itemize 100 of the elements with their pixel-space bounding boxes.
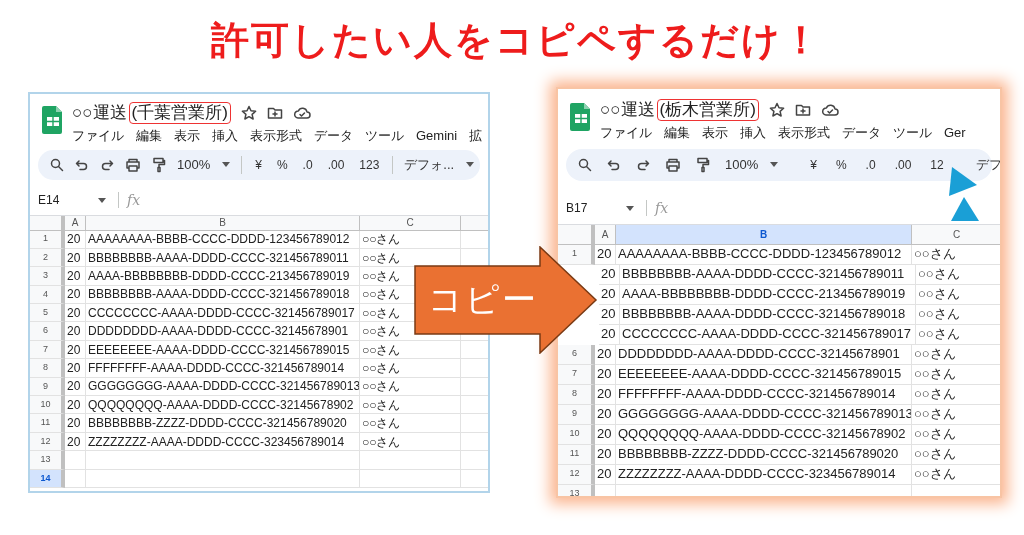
column-header[interactable]: B [86, 215, 360, 230]
cloud-icon[interactable] [820, 102, 839, 118]
row-header[interactable]: 9 [558, 404, 595, 425]
table-cell-text: 20 [67, 249, 81, 267]
folder-icon[interactable] [266, 105, 283, 121]
row-header[interactable]: 1 [558, 244, 595, 265]
menu-item[interactable]: 拡 [469, 126, 483, 146]
format-button[interactable]: .0 [863, 155, 878, 174]
font-dropdown[interactable]: デフ [975, 154, 1000, 175]
menu-item[interactable]: データ [842, 123, 881, 143]
table-cell-text: 20 [67, 415, 81, 432]
table-cell-text: BBBBBBBB-ZZZZ-DDDD-CCCC-321456789020 [88, 415, 347, 432]
column-header[interactable]: A [65, 215, 86, 230]
undo-icon[interactable] [75, 157, 89, 172]
menu-item[interactable]: 挿入 [740, 123, 766, 143]
table-cell-text: ○○さん [914, 245, 956, 264]
caret-icon[interactable] [770, 162, 779, 167]
cloud-icon[interactable] [292, 105, 311, 121]
format-button[interactable]: 123 [357, 155, 382, 174]
menu-item[interactable]: 編集 [664, 123, 690, 143]
redo-icon[interactable] [100, 157, 114, 172]
menu-item[interactable]: 挿入 [212, 126, 238, 146]
redo-icon[interactable] [636, 157, 650, 172]
row-header[interactable]: 11 [30, 414, 65, 433]
print-icon[interactable] [125, 157, 141, 172]
table-cell-text: 20 [67, 433, 81, 451]
table-cell-text: BBBBBBBB-AAAA-DDDD-CCCC-321456789011 [622, 265, 905, 284]
paint-format-icon[interactable] [152, 156, 166, 173]
font-dropdown[interactable]: デフォ... [404, 154, 475, 175]
column-header[interactable]: C [360, 215, 461, 230]
menu-item[interactable]: ファイル [72, 126, 124, 146]
menu-item[interactable]: ツール [893, 123, 932, 143]
formula-label: fx [127, 190, 141, 210]
format-button[interactable]: ¥ [808, 155, 819, 174]
format-button[interactable]: .00 [892, 155, 914, 174]
table-cell-text: ○○さん [918, 265, 960, 284]
format-button[interactable]: % [274, 155, 290, 174]
zoom-dropdown[interactable]: 100% [725, 154, 779, 175]
row-header[interactable]: 8 [558, 384, 595, 405]
table-cell: ○○さん [362, 359, 401, 377]
caret-icon[interactable] [626, 205, 634, 211]
menu-item[interactable]: ファイル [600, 123, 652, 143]
table-cell-text: 20 [597, 385, 612, 404]
table-cell-text: ○○さん [914, 445, 956, 464]
row-header[interactable]: 6 [558, 344, 595, 365]
row-header[interactable]: 13 [30, 451, 65, 470]
format-button[interactable]: 12 [928, 155, 946, 174]
arrow-label: コピー [428, 279, 538, 320]
name-box[interactable]: E14 [30, 191, 110, 209]
table-cell-text: ○○さん [362, 286, 401, 304]
table-cell-text: 20 [597, 365, 612, 384]
row-header[interactable]: 11 [558, 444, 595, 465]
row-header[interactable]: 10 [558, 424, 595, 445]
sheets-logo-icon[interactable] [42, 104, 64, 134]
highlighted-title-text: (千葉営業所) [128, 102, 231, 124]
row-header[interactable]: 3 [30, 267, 65, 286]
menu-item[interactable]: 編集 [136, 126, 162, 146]
name-box[interactable]: B17 [558, 199, 638, 217]
caret-icon[interactable] [466, 162, 475, 167]
star-icon[interactable] [240, 105, 257, 121]
menu-item[interactable]: Ger [944, 123, 966, 143]
format-button[interactable]: % [833, 155, 849, 174]
star-icon[interactable] [768, 102, 785, 118]
print-icon[interactable] [665, 157, 681, 172]
table-cell-text: AAAA-BBBBBBBB-DDDD-CCCC-213456789019 [622, 285, 906, 304]
menu-item[interactable]: Gemini [416, 126, 458, 146]
search-icon[interactable] [50, 157, 64, 172]
table-cell-text: 20 [67, 286, 81, 304]
row-header[interactable]: 7 [558, 364, 595, 385]
row-header[interactable]: 8 [30, 359, 65, 378]
zoom-dropdown[interactable]: 100% [177, 154, 231, 175]
sheets-logo-icon[interactable] [570, 101, 592, 131]
menu-item[interactable]: データ [314, 126, 353, 146]
menu-item[interactable]: 表示 [702, 123, 728, 143]
highlighted-title-text: (栃木営業所) [656, 99, 759, 121]
menu-item[interactable]: 表示形式 [250, 126, 302, 146]
format-button[interactable]: .0 [300, 155, 315, 174]
row-header[interactable]: 12 [558, 464, 595, 485]
format-button[interactable]: .00 [325, 155, 347, 174]
table-cell: 20 [67, 396, 81, 414]
paint-format-icon[interactable] [696, 156, 710, 173]
table-cell-text: BBBBBBBB-ZZZZ-DDDD-CCCC-321456789020 [618, 445, 899, 464]
table-cell-text: ○○さん [362, 323, 401, 340]
menu-item[interactable]: 表示形式 [778, 123, 830, 143]
folder-icon[interactable] [794, 102, 811, 118]
column-header[interactable]: C [912, 224, 1000, 244]
caret-icon[interactable] [222, 162, 231, 167]
row-header[interactable]: 5 [30, 304, 65, 323]
table-cell-text: ○○さん [918, 285, 960, 304]
menu-item[interactable]: 表示 [174, 126, 200, 146]
row-header[interactable]: 10 [30, 396, 65, 415]
table-cell-text: QQQQQQQQ-AAAA-DDDD-CCCC-32145678902 [618, 425, 906, 444]
table-cell-text: 20 [67, 323, 81, 340]
search-icon[interactable] [578, 157, 592, 172]
undo-icon[interactable] [607, 157, 621, 172]
menu-item[interactable]: ツール [365, 126, 404, 146]
format-button[interactable]: ¥ [253, 155, 264, 174]
caret-icon[interactable] [98, 197, 106, 203]
table-cell-text: ○○さん [362, 231, 401, 248]
row-header[interactable]: 6 [30, 322, 65, 341]
